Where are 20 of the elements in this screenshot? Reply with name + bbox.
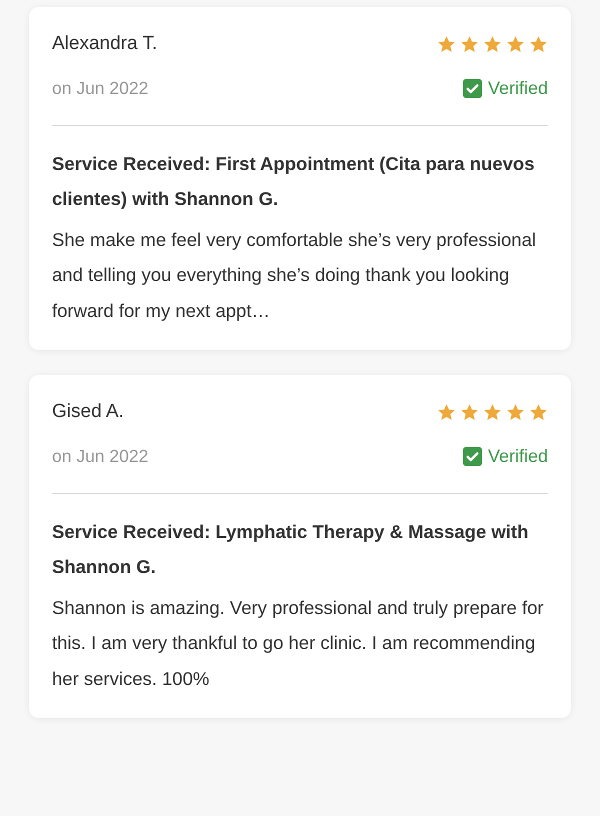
review-text: She make me feel very comfortable she’s very professional and telling you everything she’s doing thank you looking forward for my next appt…	[52, 228, 537, 323]
star-icon	[460, 402, 479, 422]
reviewer-name: Gised A.	[52, 400, 124, 424]
verified-label: Verified	[488, 76, 548, 100]
star-icon	[460, 34, 479, 54]
star-icon	[437, 34, 456, 54]
star-icon	[529, 402, 548, 422]
star-icon	[506, 402, 525, 422]
service-title: Service Received: Lymphatic Therapy & Massage with Shannon G.	[52, 520, 530, 578]
star-icon	[506, 34, 525, 54]
star-icon	[483, 34, 502, 54]
star-icon	[529, 34, 548, 54]
review-date: on Jun 2022	[52, 76, 148, 100]
verified-label: Verified	[488, 444, 548, 468]
star-icon	[483, 402, 502, 422]
service-title: Service Received: First Appointment (Cita para nuevos clientes) with Shannon G.	[52, 152, 536, 211]
star-icon	[437, 402, 456, 422]
review-text: Shannon is amazing. Very professional and truly prepare for this. I am very thankful to go her clinic. I am recommending her services. 100%	[52, 596, 545, 690]
reviewer-name: Alexandra T.	[52, 32, 158, 56]
review-date: on Jun 2022	[52, 444, 148, 468]
